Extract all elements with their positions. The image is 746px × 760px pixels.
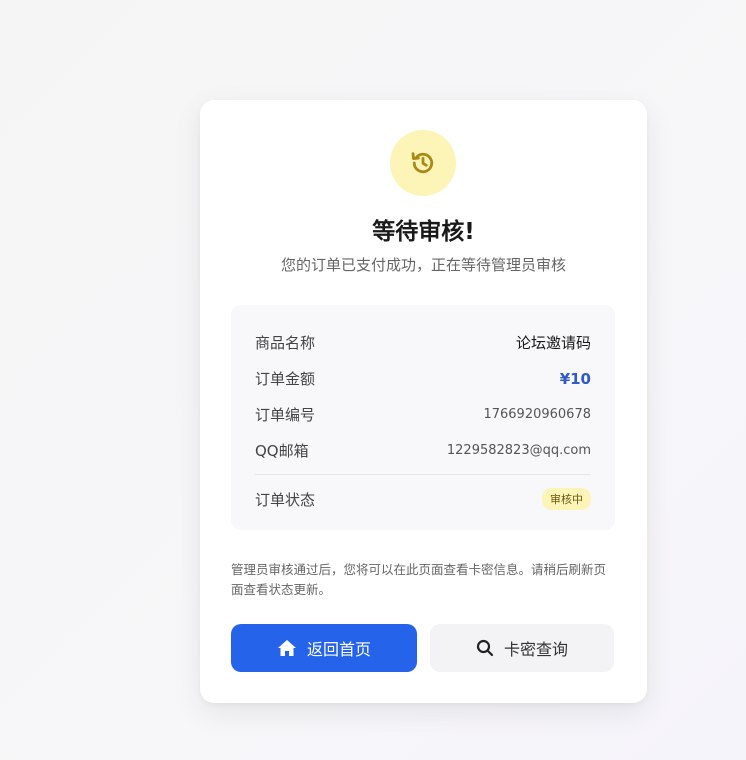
product-value: 论坛邀请码 xyxy=(515,334,591,352)
page-subtitle: 您的订单已支付成功，正在等待管理员审核 xyxy=(280,256,566,274)
info-divider xyxy=(255,474,591,475)
history-icon xyxy=(411,152,434,174)
product-label: 商品名称 xyxy=(255,334,316,352)
amount-row: 订单金额 ¥10 xyxy=(255,368,591,389)
home-button-label: 返回首页 xyxy=(306,640,371,659)
amount-label: 订单金额 xyxy=(255,370,316,388)
product-row: 商品名称 论坛邀请码 xyxy=(255,332,591,353)
order-info-box: 商品名称 论坛邀请码 订单金额 ¥10 订单编号 1766920960678 Q… xyxy=(231,305,615,530)
notice-text: 管理员审核通过后，您将可以在此页面查看卡密信息。请稍后刷新页面查看状态更新。 xyxy=(231,562,607,597)
status-badge: 审核中 xyxy=(542,488,591,510)
order-number-value: 1766920960678 xyxy=(483,407,591,422)
card-query-button[interactable]: 卡密查询 xyxy=(430,624,614,672)
order-status-card: 等待审核! 您的订单已支付成功，正在等待管理员审核 商品名称 论坛邀请码 订单金… xyxy=(200,100,647,703)
home-icon xyxy=(277,640,296,656)
order-status-row: 订单状态 审核中 xyxy=(255,488,591,510)
search-icon xyxy=(476,639,494,657)
query-button-label: 卡密查询 xyxy=(503,640,568,659)
order-status-label: 订单状态 xyxy=(255,490,316,509)
amount-value: ¥10 xyxy=(559,369,591,388)
email-value: 1229582823@qq.com xyxy=(446,443,591,458)
page-title: 等待审核! xyxy=(372,219,475,245)
email-label: QQ邮箱 xyxy=(255,442,309,460)
order-number-label: 订单编号 xyxy=(255,406,316,424)
order-number-row: 订单编号 1766920960678 xyxy=(255,404,591,425)
email-row: QQ邮箱 1229582823@qq.com xyxy=(255,440,591,461)
home-button[interactable]: 返回首页 xyxy=(231,624,417,672)
status-icon-circle xyxy=(390,130,456,196)
